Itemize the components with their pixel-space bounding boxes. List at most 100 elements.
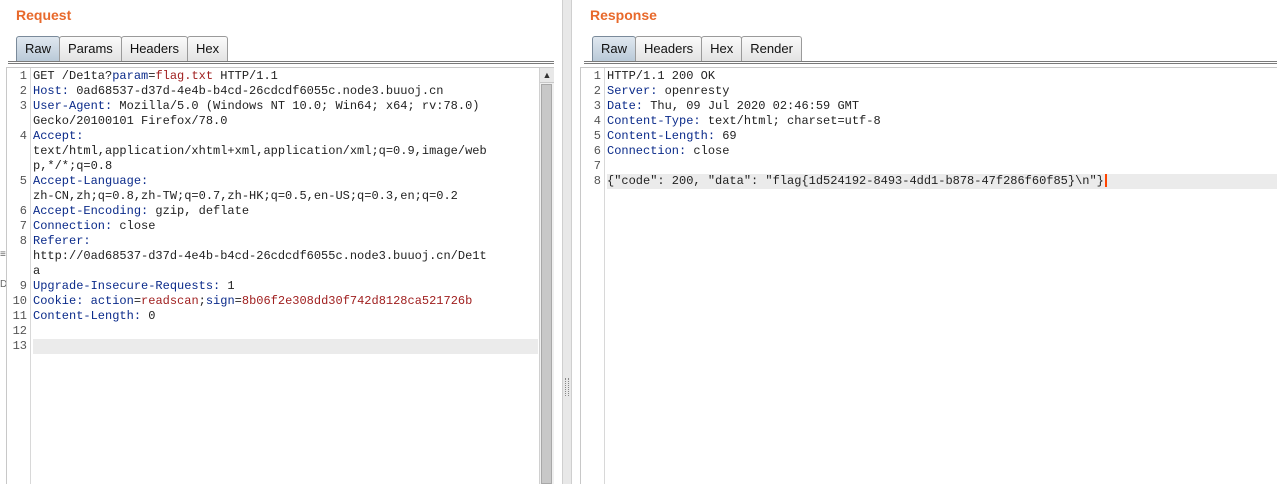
line-number: 11 <box>12 309 27 323</box>
text-token: gzip, deflate <box>148 204 250 218</box>
text-caret <box>1104 174 1107 188</box>
request-pane: Request Raw Params Headers Hex ≡ D 12345… <box>0 0 562 484</box>
line-number: 8 <box>593 174 601 188</box>
response-line <box>607 159 1277 174</box>
line-number: 3 <box>593 99 601 113</box>
line-number: 5 <box>19 174 27 188</box>
text-token: Thu, 09 Jul 2020 02:46:59 GMT <box>643 99 860 113</box>
text-token: Accept: <box>33 129 84 143</box>
request-line: GET /De1ta?param=flag.txt HTTP/1.1 <box>33 69 538 84</box>
text-token: 0 <box>141 309 156 323</box>
text-token: close <box>112 219 156 233</box>
text-token: HTTP/1.1 <box>213 69 278 83</box>
response-line: {"code": 200, "data": "flag{1d524192-849… <box>607 174 1277 189</box>
request-line <box>33 339 538 354</box>
response-tab-hex[interactable]: Hex <box>701 36 743 61</box>
request-line: Connection: close <box>33 219 538 234</box>
response-line-gutter: 12345678 <box>581 68 605 484</box>
text-token: param <box>112 69 149 83</box>
line-number: 7 <box>19 219 27 233</box>
line-number: 2 <box>593 84 601 98</box>
text-token: close <box>686 144 730 158</box>
request-line: Accept-Encoding: gzip, deflate <box>33 204 538 219</box>
split-pane-divider[interactable] <box>562 0 572 484</box>
line-number: 1 <box>19 69 27 83</box>
text-token: HTTP/1.1 200 OK <box>607 69 716 83</box>
request-line: zh-CN,zh;q=0.8,zh-TW;q=0.7,zh-HK;q=0.5,e… <box>33 189 538 204</box>
request-line: Content-Length: 0 <box>33 309 538 324</box>
text-token: {"code": 200, "data": "flag{1d524192-849… <box>607 174 1104 188</box>
line-number: 4 <box>593 114 601 128</box>
text-token: 69 <box>715 129 737 143</box>
text-token: Server: <box>607 84 658 98</box>
request-line-gutter: 1 2 3 4 5 6 7 8 9 10 11 12 13 <box>7 68 31 484</box>
line-number: 13 <box>12 339 27 353</box>
text-token: Gecko/20100101 Firefox/78.0 <box>33 114 228 128</box>
line-number: 6 <box>593 144 601 158</box>
response-tab-headers[interactable]: Headers <box>635 36 703 61</box>
response-title: Response <box>590 7 657 23</box>
request-tab-raw[interactable]: Raw <box>16 36 61 61</box>
response-pane: Response Raw Headers Hex Render 12345678… <box>572 0 1277 484</box>
request-tab-hex[interactable]: Hex <box>186 36 229 61</box>
response-line: Server: openresty <box>607 84 1277 99</box>
text-token: 0ad68537-d37d-4e4b-b4cd-26cdcdf6055c.nod… <box>69 84 444 98</box>
text-token: text/html,application/xhtml+xml,applicat… <box>33 144 487 158</box>
request-tab-params[interactable]: Params <box>59 36 122 61</box>
response-line: Content-Type: text/html; charset=utf-8 <box>607 114 1277 129</box>
text-token: a <box>33 264 41 278</box>
response-editor[interactable]: 12345678 HTTP/1.1 200 OK Server: openrest… <box>580 67 1277 484</box>
text-token: Host: <box>33 84 70 98</box>
text-token: = <box>234 294 242 308</box>
request-tab-headers[interactable]: Headers <box>120 36 188 61</box>
text-token: Connection: <box>607 144 687 158</box>
request-line: Gecko/20100101 Firefox/78.0 <box>33 114 538 129</box>
response-line: HTTP/1.1 200 OK <box>607 69 1277 84</box>
response-line: Connection: close <box>607 144 1277 159</box>
request-line: Host: 0ad68537-d37d-4e4b-b4cd-26cdcdf605… <box>33 84 538 99</box>
text-token: = <box>133 294 142 308</box>
line-number: 12 <box>12 324 27 338</box>
text-token: User-Agent: <box>33 99 113 113</box>
text-token: Mozilla/5.0 (Windows NT 10.0; Win64; x64… <box>112 99 480 113</box>
response-tab-raw[interactable]: Raw <box>592 36 637 61</box>
text-token: text/html; charset=utf-8 <box>700 114 881 128</box>
line-number: 4 <box>19 129 27 143</box>
line-number: 8 <box>19 234 27 248</box>
response-tabs: Raw Headers Hex Render <box>592 36 802 62</box>
request-line: text/html,application/xhtml+xml,applicat… <box>33 144 538 159</box>
line-number: 7 <box>593 159 601 173</box>
response-tab-render[interactable]: Render <box>741 36 802 61</box>
text-token: Connection: <box>33 219 113 233</box>
request-tab-divider <box>8 61 554 64</box>
request-line: Cookie: action=readscan;sign=8b06f2e308d… <box>33 294 538 309</box>
text-token: 1 <box>220 279 235 293</box>
text-token: ; <box>198 294 206 308</box>
request-editor[interactable]: 1 2 3 4 5 6 7 8 9 10 11 12 13 GET /De1ta?param=flag.… <box>6 67 554 484</box>
text-token: flag.txt <box>155 69 214 83</box>
text-token: Referer: <box>33 234 91 248</box>
text-token: Content-Length: <box>607 129 716 143</box>
request-line: User-Agent: Mozilla/5.0 (Windows NT 10.0… <box>33 99 538 114</box>
text-token: http://0ad68537-d37d-4e4b-b4cd-26cdcdf60… <box>33 249 487 263</box>
response-line: Date: Thu, 09 Jul 2020 02:46:59 GMT <box>607 99 1277 114</box>
text-token: p,*/*;q=0.8 <box>33 159 113 173</box>
request-line: p,*/*;q=0.8 <box>33 159 538 174</box>
scrollbar-thumb[interactable] <box>541 84 552 484</box>
line-number: 5 <box>593 129 601 143</box>
line-number: 3 <box>19 99 27 113</box>
request-line: Upgrade-Insecure-Requests: 1 <box>33 279 538 294</box>
request-scrollbar[interactable]: ▲ <box>539 68 554 484</box>
response-tab-divider <box>584 61 1277 64</box>
request-line: http://0ad68537-d37d-4e4b-b4cd-26cdcdf60… <box>33 249 538 264</box>
line-number: 9 <box>19 279 27 293</box>
line-number: 1 <box>593 69 601 83</box>
text-token: Date: <box>607 99 644 113</box>
line-number: 2 <box>19 84 27 98</box>
text-token: Cookie: <box>33 294 84 308</box>
scroll-up-arrow-icon[interactable]: ▲ <box>540 68 554 83</box>
divider-grip-icon[interactable] <box>565 378 569 396</box>
text-token: readscan <box>141 294 199 308</box>
text-token: Accept-Encoding: <box>33 204 149 218</box>
